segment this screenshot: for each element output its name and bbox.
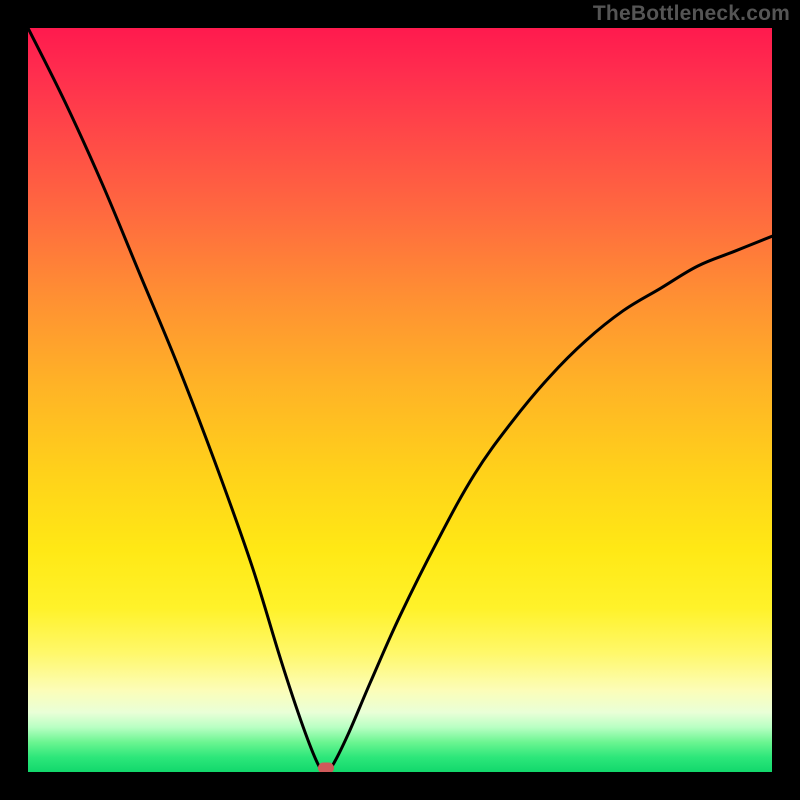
bottleneck-curve [28, 28, 772, 772]
plot-area [28, 28, 772, 772]
chart-frame: TheBottleneck.com [0, 0, 800, 800]
optimum-marker [318, 763, 334, 773]
watermark-text: TheBottleneck.com [593, 2, 790, 26]
